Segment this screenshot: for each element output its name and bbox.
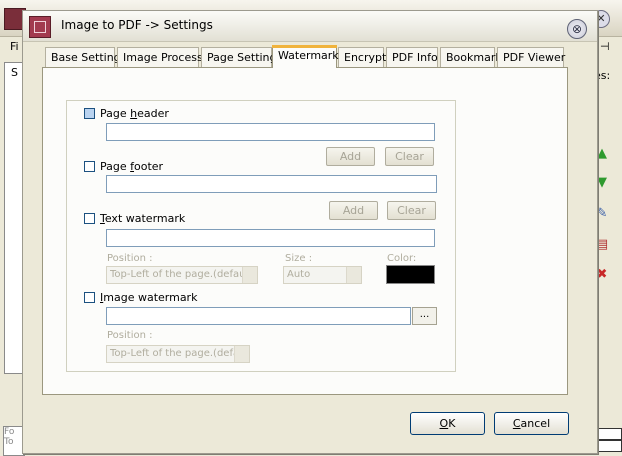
page-footer-checkbox-row[interactable]: Page footer [84, 158, 163, 174]
page-header-checkbox-row[interactable]: Page header [84, 105, 169, 121]
text-watermark-label-post: ext watermark [104, 211, 186, 225]
size-value: Auto [287, 269, 311, 280]
page-header-label-post: eader [137, 106, 169, 120]
image-position-label: Position : [107, 330, 153, 341]
app-icon [29, 16, 51, 38]
cancel-button[interactable]: Cancel [494, 412, 569, 435]
tab-image-process[interactable]: Image Process [117, 47, 203, 67]
page-header-checkbox[interactable] [84, 107, 95, 119]
page-footer-label-pre: Page [100, 159, 131, 173]
page-footer-checkbox[interactable] [84, 160, 95, 172]
background-status-line-2: To [4, 437, 14, 447]
image-watermark-path-input[interactable] [106, 307, 411, 325]
pin-icon[interactable]: ⊣ [600, 40, 610, 53]
size-select[interactable]: Auto [283, 266, 362, 284]
image-position-select[interactable]: Top-Left of the page.(defa [106, 345, 250, 363]
cancel-accel: C [512, 417, 521, 430]
dialog-titlebar[interactable]: Image to PDF -> Settings ⊗ [23, 11, 597, 42]
tab-base-setting[interactable]: Base Setting [45, 47, 121, 67]
page-footer-label-post: ooter [134, 159, 164, 173]
page-footer-label: Page footer [100, 160, 163, 173]
ok-accel: O [439, 417, 449, 430]
color-label: Color: [387, 253, 417, 264]
page-footer-input[interactable] [106, 175, 437, 193]
tab-pdf-viewer[interactable]: PDF Viewer [497, 47, 565, 67]
page-header-label-pre: Page [100, 106, 131, 120]
close-button[interactable]: ⊗ [567, 19, 587, 39]
ok-button[interactable]: OK [410, 412, 485, 435]
size-label: Size : [285, 253, 313, 264]
footer-add-button[interactable]: Add [329, 201, 378, 220]
tab-pdf-info[interactable]: PDF Info [386, 47, 438, 67]
text-position-value: Top-Left of the page.(defau [110, 269, 246, 280]
background-file-list[interactable]: S [4, 62, 24, 374]
background-menu-file[interactable]: Fi [10, 40, 19, 53]
image-watermark-label: Image watermark [100, 291, 197, 304]
header-clear-button[interactable]: Clear [385, 147, 434, 166]
color-swatch[interactable] [386, 265, 435, 284]
footer-clear-button[interactable]: Clear [387, 201, 436, 220]
tab-encrypt[interactable]: Encrypt [338, 47, 386, 67]
page-header-label: Page header [100, 107, 169, 120]
text-position-dropdown-icon[interactable] [242, 267, 257, 283]
text-watermark-input[interactable] [106, 229, 435, 247]
tab-page-setting[interactable]: Page Setting [201, 47, 277, 67]
tab-bookmark[interactable]: Bookmark [440, 47, 502, 67]
text-position-label: Position : [107, 253, 153, 264]
size-dropdown-icon[interactable] [346, 267, 361, 283]
text-watermark-checkbox[interactable] [84, 212, 95, 224]
tab-watermark[interactable]: Watermark [272, 45, 339, 68]
cancel-label-rest: ancel [520, 417, 551, 430]
browse-button[interactable]: ... [412, 307, 437, 325]
image-watermark-checkbox[interactable] [84, 291, 95, 303]
text-watermark-checkbox-row[interactable]: Text watermark [84, 210, 185, 226]
image-position-value: Top-Left of the page.(defa [110, 348, 240, 359]
text-position-select[interactable]: Top-Left of the page.(defau [106, 266, 258, 284]
dialog-title: Image to PDF -> Settings [61, 18, 213, 32]
image-watermark-label-post: mage watermark [103, 290, 198, 304]
page-header-input[interactable] [106, 123, 435, 141]
text-watermark-label: Text watermark [100, 212, 185, 225]
header-add-button[interactable]: Add [326, 147, 375, 166]
background-list-header: S [11, 66, 18, 79]
background-status-line-1: Fo [4, 427, 15, 437]
image-position-dropdown-icon[interactable] [234, 346, 249, 362]
image-watermark-checkbox-row[interactable]: Image watermark [84, 289, 197, 305]
ok-label-rest: K [448, 417, 456, 430]
